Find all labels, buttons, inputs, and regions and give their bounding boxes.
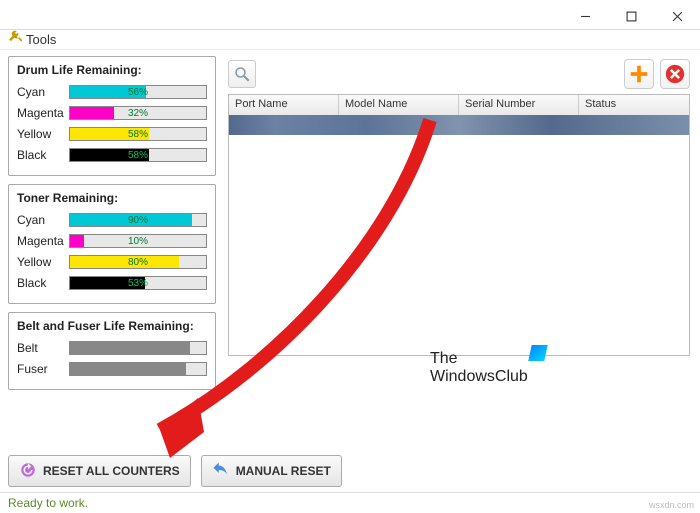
- belt-progress-text: [70, 342, 206, 354]
- watermark-line1: The: [430, 350, 528, 368]
- minimize-button[interactable]: [562, 2, 608, 30]
- col-serial-number[interactable]: Serial Number: [459, 95, 579, 115]
- drum-label: Black: [17, 148, 69, 162]
- right-pane: Port Name Model Name Serial Number Statu…: [224, 50, 700, 450]
- drum-progress-bar: 58%: [69, 148, 207, 162]
- drum-label: Cyan: [17, 85, 69, 99]
- toner-progress-text: 53%: [70, 277, 206, 289]
- belt-progress-bar: [69, 341, 207, 355]
- bottom-bar: RESET ALL COUNTERS MANUAL RESET: [0, 450, 700, 492]
- toner-label: Magenta: [17, 234, 69, 248]
- drum-label: Magenta: [17, 106, 69, 120]
- menu-bar: Tools: [0, 30, 700, 50]
- toner-row: Yellow80%: [17, 253, 207, 271]
- drum-progress-text: 58%: [70, 128, 206, 140]
- toner-progress-bar: 53%: [69, 276, 207, 290]
- col-status[interactable]: Status: [579, 95, 689, 115]
- drum-row: Yellow58%: [17, 125, 207, 143]
- manual-reset-label: MANUAL RESET: [236, 464, 331, 478]
- left-sidebar: Drum Life Remaining: Cyan56%Magenta32%Ye…: [0, 50, 224, 450]
- toner-panel-title: Toner Remaining:: [17, 191, 207, 205]
- window-titlebar: [0, 0, 700, 30]
- drum-progress-text: 32%: [70, 107, 206, 119]
- drum-progress-text: 58%: [70, 149, 206, 161]
- drum-progress-bar: 58%: [69, 127, 207, 141]
- drum-panel: Drum Life Remaining: Cyan56%Magenta32%Ye…: [8, 56, 216, 176]
- status-bar: Ready to work.: [0, 492, 700, 512]
- belt-row: Belt: [17, 339, 207, 357]
- reset-all-label: RESET ALL COUNTERS: [43, 464, 180, 478]
- toner-progress-text: 10%: [70, 235, 206, 247]
- watermark: The WindowsClub: [430, 350, 528, 386]
- search-button[interactable]: [228, 60, 256, 88]
- drum-progress-bar: 56%: [69, 85, 207, 99]
- undo-icon: [212, 461, 230, 482]
- maximize-button[interactable]: [608, 2, 654, 30]
- drum-row: Black58%: [17, 146, 207, 164]
- watermark-line2: WindowsClub: [430, 368, 528, 386]
- belt-progress-text: [70, 363, 206, 375]
- device-table[interactable]: Port Name Model Name Serial Number Statu…: [228, 94, 690, 356]
- reset-all-counters-button[interactable]: RESET ALL COUNTERS: [8, 455, 191, 487]
- manual-reset-button[interactable]: MANUAL RESET: [201, 455, 342, 487]
- belt-panel-title: Belt and Fuser Life Remaining:: [17, 319, 207, 333]
- reset-icon: [19, 461, 37, 482]
- belt-label: Belt: [17, 341, 69, 355]
- drum-progress-text: 56%: [70, 86, 206, 98]
- toner-row: Magenta10%: [17, 232, 207, 250]
- drum-progress-bar: 32%: [69, 106, 207, 120]
- toner-progress-text: 80%: [70, 256, 206, 268]
- delete-button[interactable]: [660, 59, 690, 89]
- toner-label: Cyan: [17, 213, 69, 227]
- drum-label: Yellow: [17, 127, 69, 141]
- toner-progress-text: 90%: [70, 214, 206, 226]
- drum-row: Magenta32%: [17, 104, 207, 122]
- watermark-logo-icon: [528, 345, 547, 361]
- tools-icon: [8, 30, 22, 50]
- table-row[interactable]: [229, 115, 689, 135]
- add-button[interactable]: [624, 59, 654, 89]
- toner-panel: Toner Remaining: Cyan90%Magenta10%Yellow…: [8, 184, 216, 304]
- toner-row: Black53%: [17, 274, 207, 292]
- belt-progress-bar: [69, 362, 207, 376]
- toner-label: Black: [17, 276, 69, 290]
- site-mark: wsxdn.com: [649, 500, 694, 510]
- drum-row: Cyan56%: [17, 83, 207, 101]
- belt-fuser-panel: Belt and Fuser Life Remaining: Belt Fuse…: [8, 312, 216, 390]
- toner-label: Yellow: [17, 255, 69, 269]
- close-window-button[interactable]: [654, 2, 700, 30]
- tools-menu[interactable]: Tools: [26, 30, 56, 50]
- col-model-name[interactable]: Model Name: [339, 95, 459, 115]
- drum-panel-title: Drum Life Remaining:: [17, 63, 207, 77]
- col-port-name[interactable]: Port Name: [229, 95, 339, 115]
- toner-row: Cyan90%: [17, 211, 207, 229]
- belt-row: Fuser: [17, 360, 207, 378]
- toner-progress-bar: 10%: [69, 234, 207, 248]
- toner-progress-bar: 90%: [69, 213, 207, 227]
- toner-progress-bar: 80%: [69, 255, 207, 269]
- belt-label: Fuser: [17, 362, 69, 376]
- table-empty-area: [229, 135, 689, 355]
- table-header: Port Name Model Name Serial Number Statu…: [229, 95, 689, 115]
